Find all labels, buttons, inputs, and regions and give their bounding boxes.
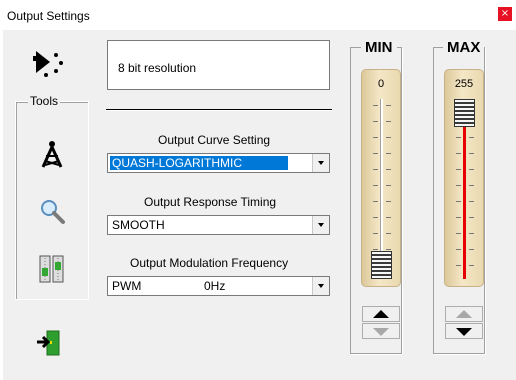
slider-tick (373, 201, 378, 202)
slider-tick (373, 105, 378, 106)
chevron-down-icon[interactable] (312, 216, 329, 234)
slider-tick (373, 169, 378, 170)
frequency-extra: 0Hz (204, 279, 226, 293)
slider-tick (469, 169, 474, 170)
slider-tick (373, 185, 378, 186)
slider-tick (386, 201, 391, 202)
timing-label: Output Response Timing (144, 195, 277, 209)
signal-tower-icon[interactable] (37, 138, 67, 168)
slider-tick (373, 249, 378, 250)
slider-tick (469, 201, 474, 202)
slider-tick (456, 201, 461, 202)
slider-tick (469, 217, 474, 218)
slider-tick (469, 233, 474, 234)
slider-tick (373, 233, 378, 234)
slider-tick (373, 153, 378, 154)
max-up-button[interactable] (445, 306, 483, 322)
min-down-button[interactable] (362, 323, 400, 339)
slider-tick (386, 121, 391, 122)
curve-select[interactable]: QUASH-LOGARITHMIC (107, 153, 330, 173)
divider (106, 109, 332, 111)
frequency-label: Output Modulation Frequency (130, 256, 289, 270)
min-slider-thumb[interactable] (371, 251, 392, 279)
slider-tick (456, 153, 461, 154)
frequency-value: PWM (112, 279, 142, 293)
exit-door-icon[interactable] (36, 330, 60, 356)
chevron-down-icon[interactable] (312, 277, 329, 295)
title-bar: Output Settings × (0, 0, 516, 30)
status-display: 8 bit resolution (107, 40, 330, 90)
slider-tick (386, 185, 391, 186)
slider-tick (373, 121, 378, 122)
slider-tick (469, 249, 474, 250)
slider-tick (456, 265, 461, 266)
min-value: 0 (377, 78, 385, 90)
slider-tick (386, 169, 391, 170)
min-up-button[interactable] (362, 306, 400, 322)
slider-tick (386, 105, 391, 106)
max-slider-thumb[interactable] (454, 99, 475, 127)
resolution-dots-icon (33, 51, 63, 77)
max-value: 255 (454, 78, 474, 90)
max-slider-panel: 255 (444, 69, 484, 287)
slider-tick (386, 233, 391, 234)
curve-value: QUASH-LOGARITHMIC (110, 156, 288, 170)
max-slider-fill (463, 127, 466, 279)
slider-tick (386, 137, 391, 138)
slider-tick (469, 265, 474, 266)
slider-tick (373, 137, 378, 138)
close-button[interactable]: × (498, 7, 512, 21)
curve-label: Output Curve Setting (158, 133, 271, 147)
window-title: Output Settings (7, 9, 90, 23)
status-text: 8 bit resolution (118, 61, 197, 75)
timing-value: SMOOTH (112, 218, 165, 232)
slider-tick (456, 185, 461, 186)
slider-tick (456, 233, 461, 234)
min-legend: MIN (361, 39, 397, 56)
max-legend: MAX (443, 39, 485, 56)
slider-tick (456, 169, 461, 170)
slider-tick (456, 217, 461, 218)
slider-tick (386, 153, 391, 154)
max-down-button[interactable] (445, 323, 483, 339)
slider-tick (469, 153, 474, 154)
slider-tick (373, 217, 378, 218)
magnifier-icon[interactable] (37, 196, 67, 226)
slider-tick (469, 137, 474, 138)
chevron-down-icon[interactable] (312, 154, 329, 172)
frequency-select[interactable]: PWM 0Hz (107, 276, 330, 296)
slider-tick (456, 137, 461, 138)
slider-tick (386, 249, 391, 250)
tools-legend: Tools (28, 94, 61, 108)
slider-tick (386, 217, 391, 218)
min-slider-panel: 0 (361, 69, 401, 287)
timing-select[interactable]: SMOOTH (107, 215, 330, 235)
slider-tick (469, 185, 474, 186)
sliders-icon[interactable] (37, 254, 67, 284)
slider-tick (456, 249, 461, 250)
